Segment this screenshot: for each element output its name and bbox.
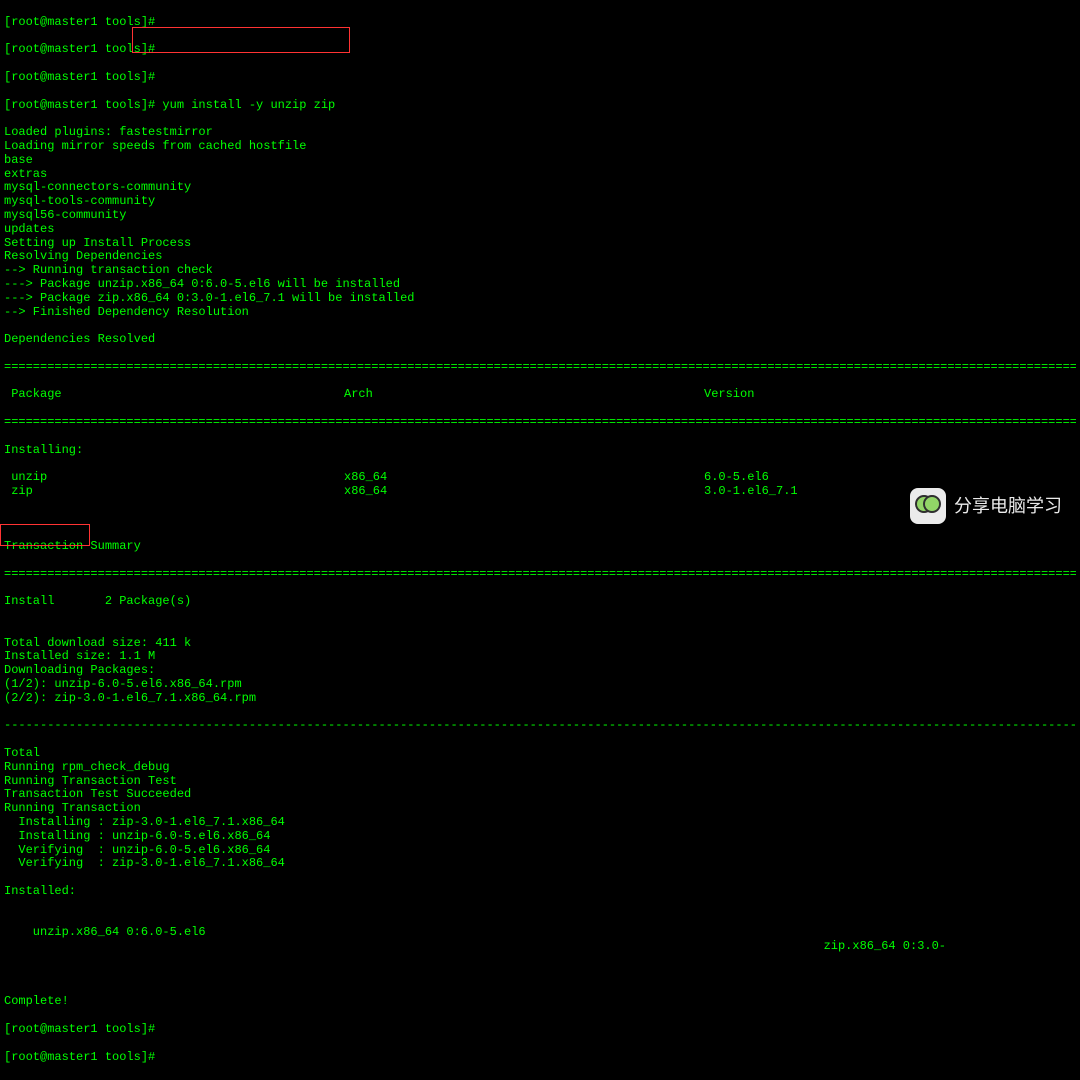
- prompt-line: [root@master1 tools]#: [4, 43, 1076, 57]
- output-line: Running rpm_check_debug: [4, 761, 1076, 775]
- output-line: Total download size: 411 k: [4, 637, 1076, 651]
- prompt-line: [root@master1 tools]#: [4, 1023, 1076, 1037]
- prompt-line: [root@master1 tools]#: [4, 16, 1076, 30]
- output-line: ---> Package zip.x86_64 0:3.0-1.el6_7.1 …: [4, 292, 1076, 306]
- output-line: Installing : unzip-6.0-5.el6.x86_64: [4, 830, 1076, 844]
- output-line: (1/2): unzip-6.0-5.el6.x86_64.rpm: [4, 678, 1076, 692]
- output-line: updates: [4, 223, 1076, 237]
- installed-line: unzip.x86_64 0:6.0-5.el6 zip.x86_64 0:3.…: [4, 913, 1076, 954]
- blank-line: [4, 968, 1076, 982]
- output-line: Running Transaction Test: [4, 775, 1076, 789]
- install-count: Install 2 Package(s): [4, 595, 1076, 609]
- output-line: --> Finished Dependency Resolution: [4, 306, 1076, 320]
- output-line: [4, 623, 1076, 637]
- divider-line: ========================================…: [4, 416, 1076, 430]
- output-line: Installed size: 1.1 M: [4, 650, 1076, 664]
- prompt-line: [root@master1 tools]#: [4, 1051, 1076, 1065]
- output-line: Loading mirror speeds from cached hostfi…: [4, 140, 1076, 154]
- output-block-mid: Total download size: 411 kInstalled size…: [4, 623, 1076, 706]
- output-line: ---> Package unzip.x86_64 0:6.0-5.el6 wi…: [4, 278, 1076, 292]
- prompt-line: [root@master1 tools]#: [4, 71, 1076, 85]
- complete-label: Complete!: [4, 995, 1076, 1009]
- col-version-header: Version: [704, 388, 1076, 402]
- output-line: mysql56-community: [4, 209, 1076, 223]
- table-row: unzipx86_646.0-5.el6: [4, 471, 1076, 485]
- divider-line: ========================================…: [4, 361, 1076, 375]
- output-block-top: Loaded plugins: fastestmirrorLoading mir…: [4, 126, 1076, 347]
- table-section: Installing:: [4, 444, 1076, 458]
- col-arch-header: Arch: [344, 388, 704, 402]
- output-line: base: [4, 154, 1076, 168]
- terminal-window[interactable]: [root@master1 tools]# [root@master1 tool…: [0, 0, 1080, 1080]
- output-line: Setting up Install Process: [4, 237, 1076, 251]
- col-package-header: Package: [4, 388, 344, 402]
- output-line: Dependencies Resolved: [4, 333, 1076, 347]
- output-line: Resolving Dependencies: [4, 250, 1076, 264]
- output-line: mysql-tools-community: [4, 195, 1076, 209]
- installed-left: unzip.x86_64 0:6.0-5.el6: [18, 925, 205, 939]
- output-line: [4, 871, 1076, 885]
- output-line: Verifying : unzip-6.0-5.el6.x86_64: [4, 844, 1076, 858]
- divider-line: ========================================…: [4, 568, 1076, 582]
- installed-right: zip.x86_64 0:3.0-: [824, 940, 946, 954]
- cell-arch: x86_64: [344, 485, 704, 499]
- output-line: extras: [4, 168, 1076, 182]
- output-line: Running Transaction: [4, 802, 1076, 816]
- cell-arch: x86_64: [344, 471, 704, 485]
- output-line: --> Running transaction check: [4, 264, 1076, 278]
- watermark: 分享电脑学习: [910, 488, 1062, 524]
- output-line: Total: [4, 747, 1076, 761]
- output-block-after: TotalRunning rpm_check_debugRunning Tran…: [4, 747, 1076, 899]
- cell-version: 6.0-5.el6: [704, 471, 1076, 485]
- output-line: Verifying : zip-3.0-1.el6_7.1.x86_64: [4, 857, 1076, 871]
- table-header-row: Package Arch Version: [4, 388, 1076, 402]
- watermark-text: 分享电脑学习: [954, 496, 1062, 517]
- output-line: [4, 319, 1076, 333]
- output-line: Installing : zip-3.0-1.el6_7.1.x86_64: [4, 816, 1076, 830]
- output-line: mysql-connectors-community: [4, 181, 1076, 195]
- output-line: Downloading Packages:: [4, 664, 1076, 678]
- output-line: Transaction Test Succeeded: [4, 788, 1076, 802]
- output-line: (2/2): zip-3.0-1.el6_7.1.x86_64.rpm: [4, 692, 1076, 706]
- watermark-icon: [910, 488, 946, 524]
- dash-line: ----------------------------------------…: [4, 719, 1076, 733]
- command-line: [root@master1 tools]# yum install -y unz…: [4, 99, 1076, 113]
- cell-package: zip: [4, 485, 344, 499]
- output-line: Loaded plugins: fastestmirror: [4, 126, 1076, 140]
- output-line: Installed:: [4, 885, 1076, 899]
- cell-package: unzip: [4, 471, 344, 485]
- tx-summary-label: Transaction Summary: [4, 540, 1076, 554]
